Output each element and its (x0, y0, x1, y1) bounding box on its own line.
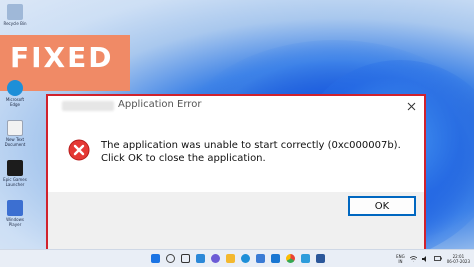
application-error-dialog: Application Error The application was un… (46, 94, 426, 254)
dialog-title-bar[interactable]: Application Error (48, 96, 424, 116)
desktop-icon-caption: Microsoft Edge (5, 97, 25, 107)
desktop-icon-epic-games[interactable]: Epic Games Launcher (3, 160, 27, 187)
error-icon (68, 139, 90, 161)
taskbar: ENG IN 22:01 06-07-2023 (0, 249, 474, 267)
banner-label: FIXED (10, 41, 114, 74)
edge-taskbar-icon[interactable] (241, 254, 250, 263)
widgets-icon[interactable] (196, 254, 205, 263)
desktop-icon-media-player[interactable]: Windows Player (3, 200, 27, 227)
close-button[interactable] (402, 97, 420, 115)
ok-button[interactable]: OK (348, 196, 416, 216)
desktop-icon-caption: Epic Games Launcher (3, 177, 27, 187)
close-icon (407, 102, 415, 110)
desktop-icon-text-document[interactable]: New Text Document (3, 120, 27, 147)
volume-icon[interactable] (421, 255, 429, 262)
clock[interactable]: 22:01 06-07-2023 (447, 254, 470, 264)
dialog-title: Application Error (118, 99, 202, 110)
error-message: The application was unable to start corr… (101, 140, 401, 164)
epic-games-icon (7, 160, 23, 176)
desktop-icon-caption: Recycle Bin (3, 21, 27, 26)
dialog-body: The application was unable to start corr… (48, 116, 424, 192)
desktop-icon-recycle-bin[interactable]: Recycle Bin (3, 4, 27, 26)
wifi-icon[interactable] (409, 255, 417, 262)
blurred-app-name (62, 101, 114, 111)
text-document-icon (7, 120, 23, 136)
desktop-icon-edge[interactable]: Microsoft Edge (3, 80, 27, 107)
dialog-footer: OK (48, 192, 424, 252)
search-icon[interactable] (166, 254, 175, 263)
edge-icon (7, 80, 23, 96)
task-view-icon[interactable] (181, 254, 190, 263)
start-icon[interactable] (151, 254, 160, 263)
system-tray: ENG IN 22:01 06-07-2023 (396, 251, 470, 266)
chrome-icon[interactable] (286, 254, 295, 263)
file-explorer-icon[interactable] (226, 254, 235, 263)
recycle-bin-icon (7, 4, 23, 20)
chat-icon[interactable] (211, 254, 220, 263)
word-icon[interactable] (316, 254, 325, 263)
desktop-icon-caption: New Text Document (4, 137, 26, 147)
clock-date: 06-07-2023 (446, 258, 470, 264)
store-icon[interactable] (256, 254, 265, 263)
battery-icon[interactable] (433, 256, 442, 261)
photos-icon[interactable] (301, 254, 310, 263)
media-player-icon (7, 200, 23, 216)
language-indicator[interactable]: ENG IN (396, 254, 405, 264)
language-bottom: IN (398, 258, 403, 264)
mail-icon[interactable] (271, 254, 280, 263)
desktop-icon-caption: Windows Player (6, 217, 24, 227)
